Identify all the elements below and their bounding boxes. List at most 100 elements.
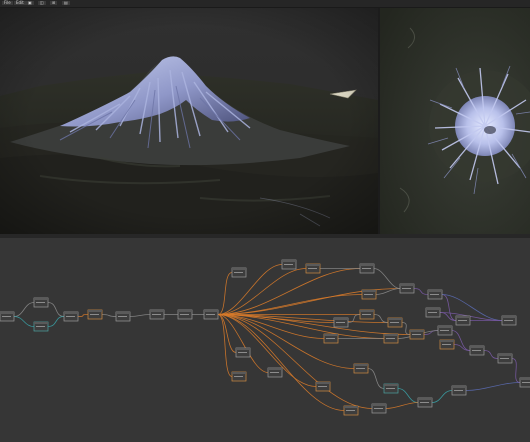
graph-node-header [282, 260, 296, 262]
graph-node-label-glyph [90, 314, 99, 315]
graph-node[interactable] [315, 381, 331, 392]
node-connection-wire [217, 314, 373, 409]
terrain-render-perspective [0, 8, 378, 234]
graph-node-label-glyph [430, 294, 439, 295]
graph-node-label-glyph [326, 338, 335, 339]
graph-node[interactable] [281, 259, 297, 270]
graph-node[interactable] [33, 297, 49, 308]
graph-node[interactable] [371, 403, 387, 414]
graph-node[interactable] [455, 315, 471, 326]
graph-node-label-glyph [36, 302, 45, 303]
graph-node-label-glyph [36, 326, 45, 327]
graph-node-header [456, 316, 470, 318]
node-connection-wire [465, 382, 521, 391]
graph-node-label-glyph [428, 312, 437, 313]
graph-node-label-glyph [2, 316, 11, 317]
graph-node-label-glyph [364, 294, 373, 295]
graph-node[interactable] [409, 329, 425, 340]
graph-node-header [116, 312, 130, 314]
graph-node-label-glyph [472, 350, 481, 351]
graph-node-label-glyph [318, 386, 327, 387]
graph-node-label-glyph [412, 334, 421, 335]
graph-node[interactable] [343, 405, 359, 416]
graph-node[interactable] [469, 345, 485, 356]
top-viewport[interactable] [380, 8, 530, 234]
graph-node[interactable] [305, 263, 321, 274]
graph-node-label-glyph [336, 322, 345, 323]
node-connection-wire [217, 314, 411, 335]
graph-node[interactable] [63, 311, 79, 322]
graph-node[interactable] [425, 307, 441, 318]
graph-node-label-glyph [440, 330, 449, 331]
node-connection-wire [217, 264, 283, 315]
graph-node-label-glyph [238, 352, 247, 353]
graph-node[interactable] [501, 315, 517, 326]
node-graph-editor[interactable] [0, 238, 530, 442]
graph-node[interactable] [353, 363, 369, 374]
graph-node[interactable] [497, 353, 513, 364]
toolbar-panel-icon[interactable]: ▤ [62, 1, 70, 5]
graph-node[interactable] [87, 309, 103, 320]
graph-node[interactable] [383, 383, 399, 394]
graph-node[interactable] [149, 309, 165, 320]
graph-node[interactable] [361, 289, 377, 300]
graph-node-header [372, 404, 386, 406]
toolbar-view-icon[interactable]: ▣ [26, 1, 34, 5]
toolbar-menu-icon[interactable]: Edit [14, 1, 26, 5]
graph-node[interactable] [437, 325, 453, 336]
graph-node-header [34, 298, 48, 300]
graph-node-label-glyph [270, 372, 279, 373]
graph-node-header [232, 372, 246, 374]
toolbar-layout-icon[interactable]: ◫ [38, 1, 46, 5]
toolbar-grid-icon[interactable]: ⊞ [50, 1, 58, 5]
graph-node-label-glyph [504, 320, 513, 321]
graph-node-label-glyph [234, 272, 243, 273]
node-connection-wire [373, 268, 401, 289]
graph-node-label-glyph [458, 320, 467, 321]
graph-node[interactable] [0, 311, 15, 322]
graph-node-label-glyph [66, 316, 75, 317]
graph-node-label-glyph [346, 410, 355, 411]
graph-node[interactable] [519, 377, 530, 388]
graph-node-header [268, 368, 282, 370]
graph-node[interactable] [427, 289, 443, 300]
graph-node[interactable] [333, 317, 349, 328]
graph-node[interactable] [235, 347, 251, 358]
graph-node[interactable] [323, 333, 339, 344]
graph-node[interactable] [267, 367, 283, 378]
graph-node[interactable] [115, 311, 131, 322]
node-connection-wire [453, 344, 471, 351]
graph-node-label-glyph [374, 408, 383, 409]
toolbar-menu-icon[interactable]: File [2, 1, 13, 5]
graph-node[interactable] [231, 371, 247, 382]
graph-node-label-glyph [362, 314, 371, 315]
graph-node[interactable] [203, 309, 219, 320]
graph-node[interactable] [439, 339, 455, 350]
graph-node[interactable] [383, 333, 399, 344]
graph-node-header [418, 398, 432, 400]
graph-node-header [344, 406, 358, 408]
graph-node-label-glyph [152, 314, 161, 315]
graph-node[interactable] [417, 397, 433, 408]
graph-node[interactable] [33, 321, 49, 332]
graph-node[interactable] [399, 283, 415, 294]
node-connection-wire [401, 322, 411, 335]
graph-node-header [360, 310, 374, 312]
node-graph-canvas[interactable] [0, 238, 530, 442]
graph-node-header [236, 348, 250, 350]
node-connection-wire [47, 316, 65, 327]
graph-node-header [470, 346, 484, 348]
graph-node-header [150, 310, 164, 312]
graph-node-header [428, 290, 442, 292]
graph-node-header [34, 322, 48, 324]
graph-node[interactable] [359, 309, 375, 320]
graph-node[interactable] [387, 317, 403, 328]
graph-node[interactable] [451, 385, 467, 396]
graph-node-header [498, 354, 512, 356]
perspective-viewport[interactable] [0, 8, 378, 234]
node-connection-wire [13, 316, 35, 327]
graph-node[interactable] [177, 309, 193, 320]
graph-node-label-glyph [390, 322, 399, 323]
graph-node[interactable] [231, 267, 247, 278]
graph-node[interactable] [359, 263, 375, 274]
